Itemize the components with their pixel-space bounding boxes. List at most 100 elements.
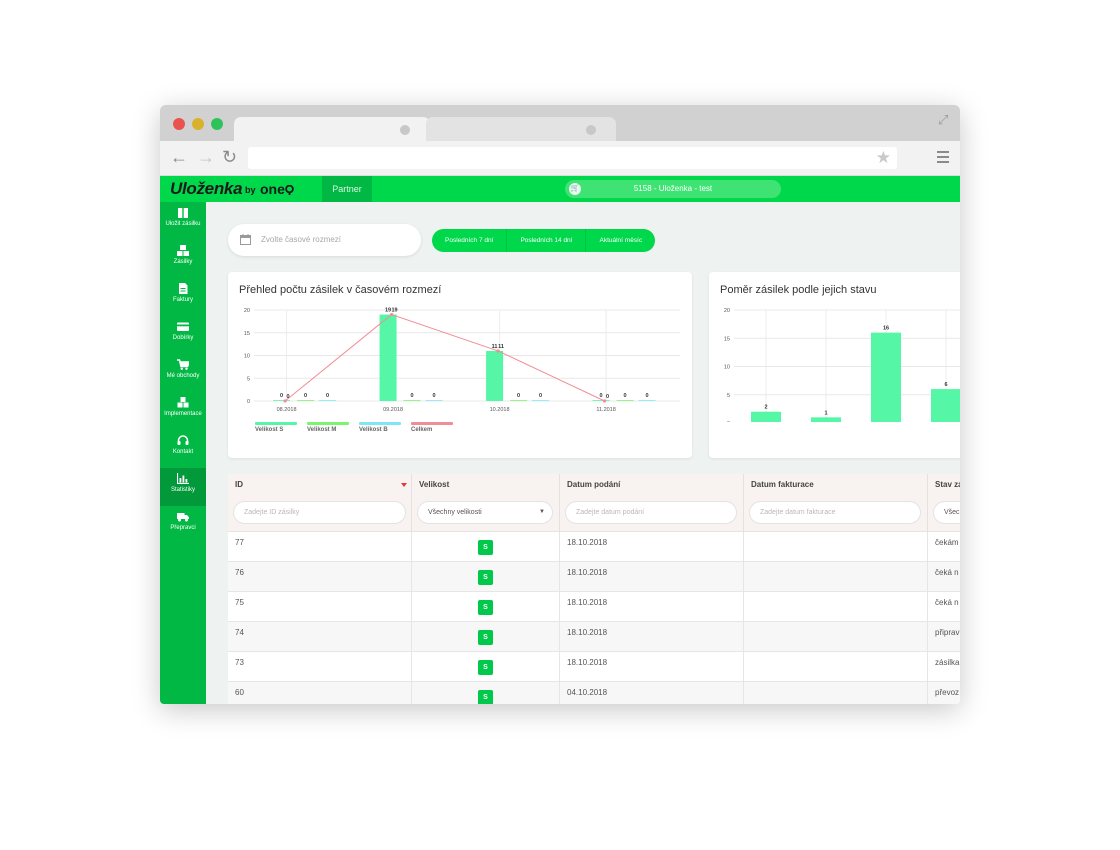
cell-status: čeká n <box>935 568 959 577</box>
bar-chart-icon <box>177 473 189 484</box>
bar-status <box>871 332 901 422</box>
x-tick-label: 08.2018 <box>277 407 297 413</box>
column-header-size[interactable]: Velikost <box>419 480 449 489</box>
range-current-month-button[interactable]: Aktuální měsíc <box>586 229 655 252</box>
logo-pin-icon <box>285 184 294 195</box>
data-label-celkem: 11 <box>498 344 504 350</box>
y-tick-label: 5 <box>727 393 730 399</box>
reload-icon[interactable]: ↻ <box>222 147 237 167</box>
address-bar[interactable]: ★ <box>248 147 897 169</box>
browser-toolbar: ← → ↻ ★ <box>160 141 960 176</box>
sidebar-item-label: Implementace <box>164 411 202 417</box>
bar-velikost-b <box>532 400 550 401</box>
submit-date-filter-input[interactable]: Zadejte datum podání <box>565 501 737 524</box>
bar-velikost-m <box>297 400 315 401</box>
legend-velikost-m[interactable]: Velikost M <box>307 422 349 433</box>
sidebar-item-bar-chart[interactable]: Statistiky <box>160 468 206 506</box>
sidebar-item-boxes[interactable]: Zásilky <box>160 240 206 278</box>
cell-submit-date: 18.10.2018 <box>560 652 744 682</box>
browser-tab-bar: ⤢ <box>160 105 960 141</box>
table-row[interactable]: 76 S 18.10.2018 čeká n <box>228 562 960 592</box>
forward-icon[interactable]: → <box>197 147 215 167</box>
date-range-placeholder: Zvolte časové rozmezí <box>261 235 342 244</box>
sidebar-item-card[interactable]: Dobírky <box>160 316 206 354</box>
table-row[interactable]: 73 S 18.10.2018 zásilka <box>228 652 960 682</box>
data-label: 16 <box>883 326 889 332</box>
browser-window: ⤢ ← → ↻ ★ Uloženka by one Partner 🛒 5158… <box>160 105 960 704</box>
date-range-input[interactable]: Zvolte časové rozmezí <box>228 224 421 256</box>
expand-icon[interactable]: ⤢ <box>938 113 952 127</box>
x-tick-label: 09.2018 <box>383 407 403 413</box>
cell-submit-date: 18.10.2018 <box>560 532 744 562</box>
status-filter-select[interactable]: Všec <box>933 501 960 524</box>
cell-invoice-date <box>744 622 928 652</box>
close-window-button[interactable] <box>173 118 185 130</box>
invoice-date-filter-input[interactable]: Zadejte datum fakturace <box>749 501 921 524</box>
browser-menu-icon[interactable] <box>937 151 949 166</box>
sidebar-item-cubes[interactable]: Implementace <box>160 392 206 430</box>
table-row[interactable]: 74 S 18.10.2018 připrav <box>228 622 960 652</box>
data-label-celkem: 0 <box>287 394 290 400</box>
cell-invoice-date <box>744 652 928 682</box>
chevron-down-icon: ▼ <box>539 509 545 515</box>
id-filter-input[interactable]: Zadejte ID zásilky <box>233 501 406 524</box>
sidebar-item-cart[interactable]: Mé obchody <box>160 354 206 392</box>
partner-tab[interactable]: Partner <box>322 176 372 202</box>
bar-velikost-s <box>592 400 610 401</box>
column-header-submit-date[interactable]: Datum podání <box>567 480 620 489</box>
column-header-invoice-date[interactable]: Datum fakturace <box>751 480 814 489</box>
data-label: 0 <box>280 393 283 399</box>
size-badge: S <box>478 690 493 704</box>
legend-celkem[interactable]: Celkem <box>411 422 453 433</box>
table-row[interactable]: 60 S 04.10.2018 převoz <box>228 682 960 704</box>
cell-id: 76 <box>228 562 412 592</box>
sidebar-item-headset[interactable]: Kontakt <box>160 430 206 468</box>
column-header-id[interactable]: ID <box>235 480 243 489</box>
shipments-table: ID Zadejte ID zásilky Velikost Všechny v… <box>228 474 960 704</box>
cell-id: 77 <box>228 532 412 562</box>
tab-close-icon[interactable] <box>586 125 596 135</box>
data-label: 0 <box>304 393 307 399</box>
truck-icon <box>177 513 189 522</box>
range-7-days-button[interactable]: Posledních 7 dní <box>432 229 508 252</box>
sidebar: Uložit zásilku Zásilky Faktury Dobírky Mé ob… <box>160 202 206 704</box>
tab-close-icon[interactable] <box>400 125 410 135</box>
account-selector[interactable]: 🛒 5158 - Uloženka - test <box>565 180 781 198</box>
y-tick-label: 10 <box>244 354 250 360</box>
legend-velikost-s[interactable]: Velikost S <box>255 422 297 433</box>
sort-desc-icon[interactable] <box>401 483 407 487</box>
range-14-days-button[interactable]: Posledních 14 dní <box>507 229 587 252</box>
y-tick-label: 15 <box>724 336 730 342</box>
sidebar-item-box[interactable]: Uložit zásilku <box>160 202 206 240</box>
maximize-window-button[interactable] <box>211 118 223 130</box>
bar-velikost-s <box>486 350 504 401</box>
browser-tab-inactive[interactable] <box>426 117 616 141</box>
column-header-status[interactable]: Stav zá <box>935 480 960 489</box>
sidebar-item-label: Faktury <box>172 297 193 303</box>
data-label: 0 <box>433 393 436 399</box>
legend-label: Velikost M <box>307 427 337 433</box>
bar-velikost-s <box>273 400 291 401</box>
cell-status: připrav <box>935 628 960 637</box>
shipments-over-time-card: Přehled počtu zásilek v časovém rozmezí … <box>228 272 692 458</box>
back-icon[interactable]: ← <box>170 147 188 167</box>
cell-submit-date: 18.10.2018 <box>560 592 744 622</box>
boxes-icon <box>177 245 189 256</box>
size-filter-select[interactable]: Všechny velikosti ▼ <box>417 501 553 524</box>
y-tick-label: 20 <box>724 308 730 314</box>
bar-velikost-m <box>616 400 634 401</box>
minimize-window-button[interactable] <box>192 118 204 130</box>
data-label: 0 <box>624 393 627 399</box>
legend-velikost-b[interactable]: Velikost B <box>359 422 401 433</box>
table-row[interactable]: 77 S 18.10.2018 čekám <box>228 532 960 562</box>
logo-by-text: by <box>245 185 256 195</box>
table-row[interactable]: 75 S 18.10.2018 čeká n <box>228 592 960 622</box>
cell-invoice-date <box>744 592 928 622</box>
size-badge: S <box>478 570 493 585</box>
sidebar-item-label: Kontakt <box>172 449 194 455</box>
browser-tab-active[interactable] <box>234 117 430 141</box>
bookmark-star-icon[interactable]: ★ <box>876 148 891 168</box>
sidebar-item-truck[interactable]: Přepravci <box>160 506 206 544</box>
sidebar-item-invoice[interactable]: Faktury <box>160 278 206 316</box>
cell-submit-date: 04.10.2018 <box>560 682 744 704</box>
